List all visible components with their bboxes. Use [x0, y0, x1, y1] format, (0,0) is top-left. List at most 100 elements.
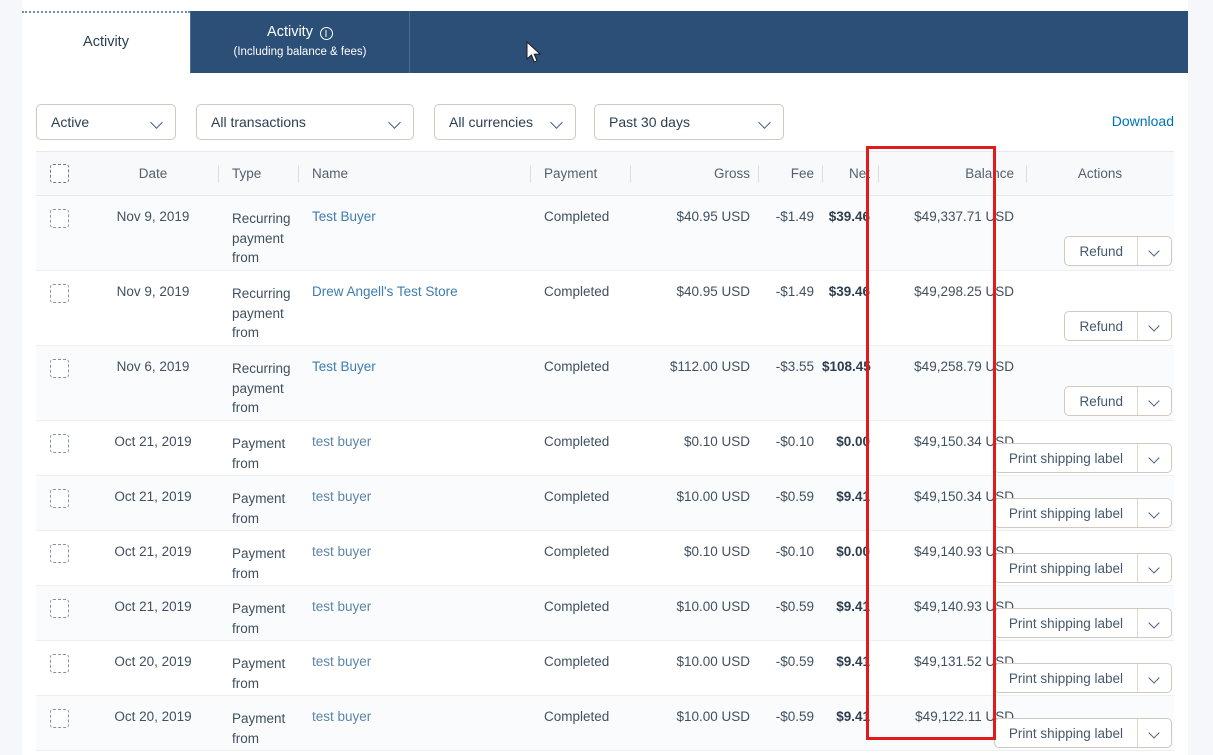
table-row[interactable]: Oct 21, 2019 Payment from test buyer Complet…	[36, 421, 1174, 476]
select-all-checkbox[interactable]	[50, 164, 69, 183]
name-link[interactable]: Test Buyer	[312, 359, 376, 374]
action-split-button[interactable]: Print shipping label	[993, 553, 1172, 583]
action-dropdown-toggle[interactable]	[1137, 444, 1171, 472]
column-header-fee[interactable]: Fee	[758, 166, 822, 181]
name-link[interactable]: Test Buyer	[312, 209, 376, 224]
download-link[interactable]: Download	[1112, 113, 1174, 129]
action-split-button[interactable]: Print shipping label	[993, 663, 1172, 693]
action-button-label[interactable]: Print shipping label	[995, 609, 1137, 637]
table-row[interactable]: Nov 6, 2019 Recurring payment from Test Buye…	[36, 346, 1174, 421]
row-checkbox[interactable]	[50, 284, 69, 303]
action-dropdown-toggle[interactable]	[1137, 237, 1171, 265]
action-split-button[interactable]: Print shipping label	[993, 608, 1172, 638]
row-checkbox[interactable]	[50, 599, 69, 618]
cell-fee: -$0.59	[775, 489, 814, 504]
action-button-label[interactable]: Refund	[1065, 312, 1137, 340]
action-dropdown-toggle[interactable]	[1137, 664, 1171, 692]
cell-gross: $0.10 USD	[683, 434, 750, 449]
action-button-label[interactable]: Print shipping label	[995, 664, 1137, 692]
row-checkbox[interactable]	[50, 434, 69, 453]
action-split-button[interactable]: Refund	[1064, 311, 1172, 341]
action-button-label[interactable]: Refund	[1065, 387, 1137, 415]
column-header-type[interactable]: Type	[218, 166, 298, 181]
name-link[interactable]: test buyer	[312, 599, 371, 614]
action-dropdown-toggle[interactable]	[1137, 387, 1171, 415]
cell-name: Test Buyer	[298, 346, 530, 420]
column-header-actions: Actions	[1026, 166, 1174, 181]
date-range-filter[interactable]: Past 30 days	[594, 104, 784, 140]
action-split-button[interactable]: Print shipping label	[993, 443, 1172, 473]
cell-fee: -$1.49	[775, 209, 814, 224]
transaction-filter[interactable]: All transactions	[196, 104, 414, 140]
tab-activity-including-balance-fees[interactable]: Activity (Including balance & fees)	[190, 11, 410, 73]
action-dropdown-toggle[interactable]	[1137, 312, 1171, 340]
row-checkbox[interactable]	[50, 209, 69, 228]
cell-gross: $0.10 USD	[683, 544, 750, 559]
table-row[interactable]: Nov 9, 2019 Recurring payment from Test Buye…	[36, 196, 1174, 271]
name-link[interactable]: test buyer	[312, 709, 371, 724]
name-link[interactable]: test buyer	[312, 654, 371, 669]
row-checkbox[interactable]	[50, 489, 69, 508]
tab-activity-label: Activity	[83, 34, 129, 51]
cell-payment-status: Completed	[544, 359, 610, 374]
row-checkbox-cell	[36, 641, 88, 695]
cell-net: $9.41	[836, 489, 870, 504]
name-link[interactable]: Drew Angell's Test Store	[312, 284, 458, 299]
column-header-balance[interactable]: Balance	[878, 166, 1026, 181]
cell-name: Drew Angell's Test Store	[298, 271, 530, 345]
table-row[interactable]: Oct 21, 2019 Payment from test buyer Complet…	[36, 531, 1174, 586]
column-header-name[interactable]: Name	[298, 166, 530, 181]
action-dropdown-toggle[interactable]	[1137, 609, 1171, 637]
table-header-row: Date Type Name Payment Gross Fee Net Bal…	[36, 151, 1174, 196]
cell-net: $0.00	[836, 434, 870, 449]
currency-filter[interactable]: All currencies	[434, 104, 576, 140]
action-dropdown-toggle[interactable]	[1137, 554, 1171, 582]
action-button-label[interactable]: Print shipping label	[995, 499, 1137, 527]
cell-net: $0.00	[836, 544, 870, 559]
table-row[interactable]: Oct 20, 2019 Payment from test buyer Complet…	[36, 696, 1174, 751]
cell-gross: $10.00 USD	[676, 654, 750, 669]
table-row[interactable]: Oct 21, 2019 Payment from test buyer Complet…	[36, 586, 1174, 641]
row-checkbox[interactable]	[50, 709, 69, 728]
row-checkbox[interactable]	[50, 654, 69, 673]
mouse-cursor	[526, 41, 542, 63]
cell-actions: Refund	[1026, 271, 1174, 345]
cell-date: Oct 21, 2019	[114, 489, 192, 504]
row-checkbox[interactable]	[50, 359, 69, 378]
column-header-payment[interactable]: Payment	[530, 166, 630, 181]
action-button-label[interactable]: Print shipping label	[995, 444, 1137, 472]
name-link[interactable]: test buyer	[312, 544, 371, 559]
cell-net: $39.46	[828, 209, 870, 224]
status-filter[interactable]: Active	[36, 104, 176, 140]
chevron-down-icon	[389, 116, 401, 128]
transaction-filter-value: All transactions	[211, 114, 306, 130]
name-link[interactable]: test buyer	[312, 434, 371, 449]
cell-date: Nov 6, 2019	[116, 359, 190, 374]
table-row[interactable]: Oct 21, 2019 Payment from test buyer Complet…	[36, 476, 1174, 531]
column-header-date[interactable]: Date	[88, 166, 218, 181]
action-split-button[interactable]: Print shipping label	[993, 718, 1172, 748]
cell-actions: Print shipping label	[993, 696, 1174, 750]
cell-fee: -$0.59	[775, 709, 814, 724]
cell-type: Recurring payment from	[232, 211, 291, 266]
cell-net: $9.41	[836, 709, 870, 724]
row-checkbox[interactable]	[50, 544, 69, 563]
chevron-down-icon	[759, 116, 771, 128]
action-dropdown-toggle[interactable]	[1137, 719, 1171, 747]
action-button-label[interactable]: Print shipping label	[995, 554, 1137, 582]
column-header-gross[interactable]: Gross	[630, 166, 758, 181]
table-row[interactable]: Oct 20, 2019 Payment from test buyer Complet…	[36, 641, 1174, 696]
table-row[interactable]: Nov 9, 2019 Recurring payment from Drew Ange…	[36, 271, 1174, 346]
chevron-down-icon	[1150, 673, 1160, 683]
cell-gross: $10.00 USD	[676, 489, 750, 504]
action-dropdown-toggle[interactable]	[1137, 499, 1171, 527]
column-header-net[interactable]: Net	[822, 166, 878, 181]
tab-activity[interactable]: Activity	[22, 11, 190, 73]
action-button-label[interactable]: Refund	[1065, 237, 1137, 265]
action-split-button[interactable]: Refund	[1064, 236, 1172, 266]
cell-fee: -$0.10	[775, 544, 814, 559]
name-link[interactable]: test buyer	[312, 489, 371, 504]
action-button-label[interactable]: Print shipping label	[995, 719, 1137, 747]
action-split-button[interactable]: Refund	[1064, 386, 1172, 416]
action-split-button[interactable]: Print shipping label	[993, 498, 1172, 528]
